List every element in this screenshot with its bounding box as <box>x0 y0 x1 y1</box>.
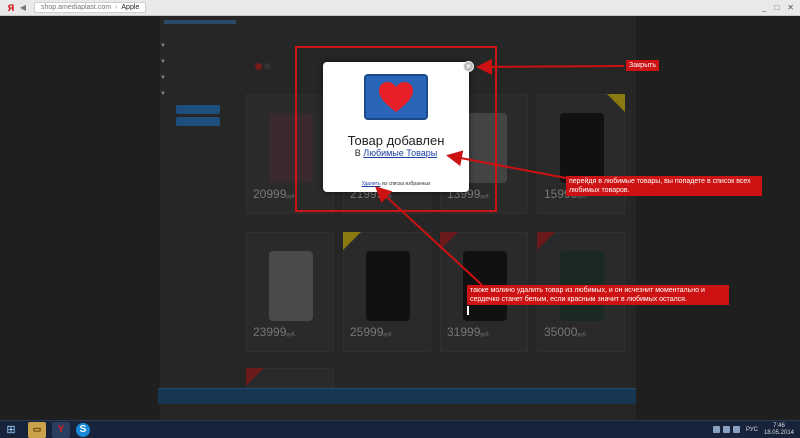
url-text: shop.amediaplast.com <box>41 4 112 11</box>
badge-icon[interactable] <box>255 63 262 70</box>
bottom-panel <box>158 388 636 404</box>
favorites-link[interactable]: Любимые Товары <box>363 148 437 158</box>
back-arrow-icon[interactable]: ◀ <box>18 3 28 12</box>
battery-icon[interactable] <box>732 426 740 433</box>
chevron-down-icon: ▼ <box>160 91 166 97</box>
remove-link[interactable]: Удалить <box>362 181 381 187</box>
subtitle-prefix: В <box>354 148 361 158</box>
promo-ribbon <box>343 232 361 250</box>
address-bar[interactable]: shop.amediaplast.com › Apple <box>34 2 147 13</box>
tray-icons <box>712 426 740 433</box>
dialog-close-button[interactable]: × <box>463 61 474 72</box>
dialog-title: Товар добавлен <box>347 133 445 148</box>
promo-ribbon <box>246 368 264 386</box>
clock-date: 18.05.2014 <box>763 429 794 436</box>
sidebar-item[interactable]: ▼ <box>158 86 236 102</box>
url-separator: › <box>115 4 118 11</box>
chevron-down-icon: ▼ <box>160 43 166 49</box>
sidebar-item[interactable]: ▼ <box>158 54 236 70</box>
heart-icon <box>379 82 413 112</box>
maximize-icon[interactable]: □ <box>774 3 779 12</box>
yandex-logo-icon[interactable]: Я <box>4 2 18 14</box>
product-image <box>269 251 313 321</box>
product-image <box>560 113 604 183</box>
product-card[interactable] <box>246 368 334 388</box>
chevron-down-icon: ▼ <box>160 75 166 81</box>
product-image <box>366 251 410 321</box>
volume-icon[interactable] <box>722 426 730 433</box>
sidebar-item[interactable]: ▼ <box>158 70 236 86</box>
page-title: Apple <box>121 4 140 11</box>
filter-badges <box>255 63 271 70</box>
text-cursor <box>467 306 469 315</box>
product-price: 23999руб. <box>253 325 296 339</box>
system-tray: РУС 7:46 18.05.2014 <box>712 423 800 437</box>
skype-icon[interactable]: S <box>76 422 90 437</box>
promo-ribbon <box>607 94 625 112</box>
network-icon[interactable] <box>712 426 720 433</box>
clock[interactable]: 7:46 18.05.2014 <box>764 423 794 437</box>
annotation-close: Закрыть <box>626 60 659 71</box>
dialog-subtitle: В Любимые Товары <box>323 148 469 158</box>
annotation-favorites: перейдя в любимые товары, вы попадете в … <box>566 176 762 196</box>
window-controls: _ □ ✕ <box>762 3 800 12</box>
reset-button[interactable] <box>176 117 220 126</box>
annotation-remove: также молино удалить товар из любимых, и… <box>467 285 729 305</box>
product-card[interactable]: 23999руб. <box>246 232 334 352</box>
product-price: 20999руб. <box>253 187 296 201</box>
chevron-down-icon: ▼ <box>160 59 166 65</box>
product-card[interactable]: 15999руб. <box>537 94 625 214</box>
sidebar-item[interactable]: ▼ <box>158 38 236 54</box>
folder-icon[interactable]: ▭ <box>28 421 46 438</box>
promo-ribbon <box>537 232 555 250</box>
windows-taskbar: ⊞ ▭ Y S РУС 7:46 18.05.2014 <box>0 420 800 438</box>
heart-icon-box <box>364 74 428 120</box>
promo-ribbon <box>440 232 458 250</box>
close-window-icon[interactable]: ✕ <box>787 3 794 12</box>
badge-icon[interactable] <box>264 63 271 70</box>
product-price: 35000руб. <box>544 325 587 339</box>
clock-time: 7:46 <box>773 422 785 429</box>
product-price: 31999руб. <box>447 325 490 339</box>
windows-icon[interactable]: ⊞ <box>0 421 22 438</box>
minimize-icon[interactable]: _ <box>762 3 766 12</box>
language-indicator[interactable]: РУС <box>746 427 758 433</box>
sidebar-header-bar <box>164 20 236 24</box>
remove-row: Удалить из списка избранных <box>323 181 469 187</box>
product-card[interactable]: 25999руб. <box>343 232 431 352</box>
remove-suffix: из списка избранных <box>381 181 431 187</box>
sidebar: ▼ ▼ ▼ ▼ <box>158 20 236 126</box>
yandex-browser-icon[interactable]: Y <box>52 421 70 438</box>
filter-button[interactable] <box>176 105 220 114</box>
product-price: 25999руб. <box>350 325 393 339</box>
browser-toolbar: Я ◀ shop.amediaplast.com › Apple _ □ ✕ <box>0 0 800 16</box>
